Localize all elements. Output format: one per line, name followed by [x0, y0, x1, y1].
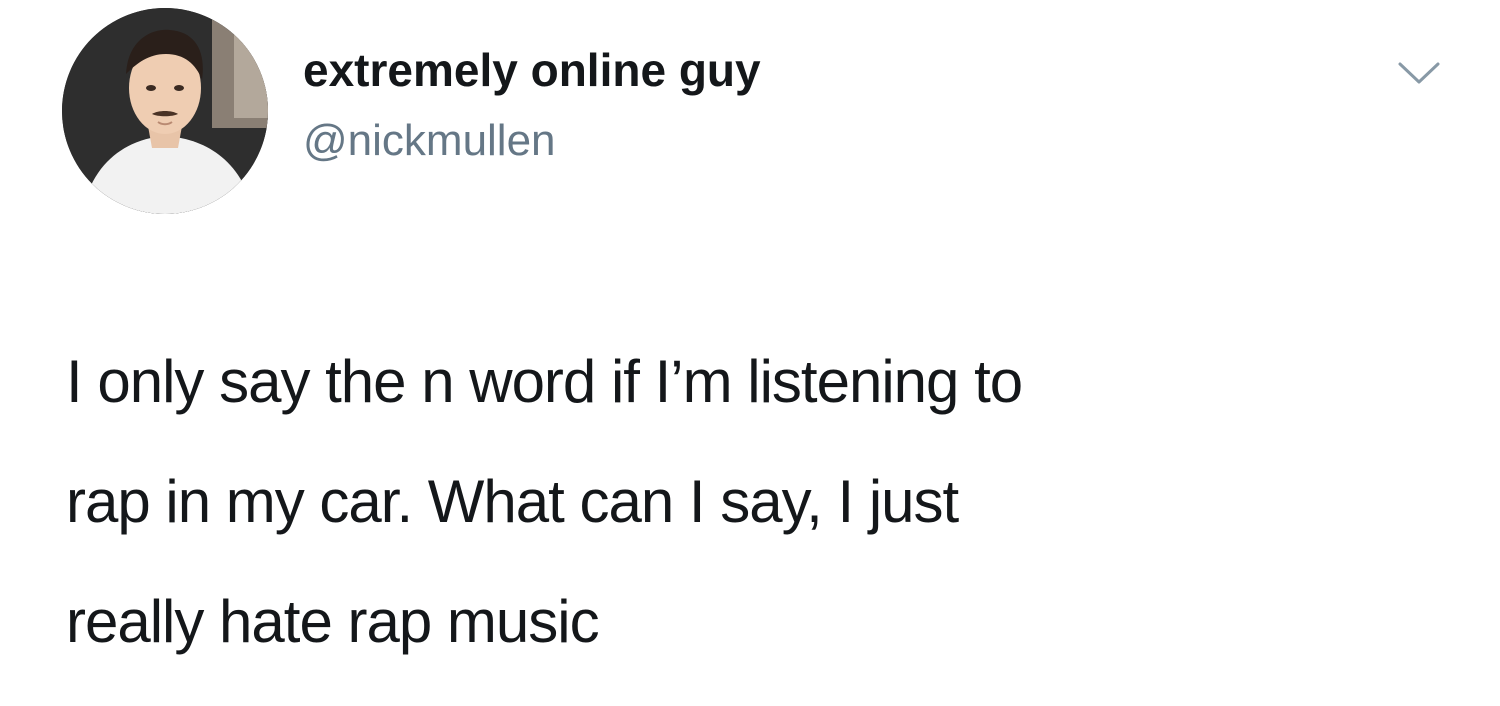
tweet-text: I only say the n word if I’m listening t… [66, 322, 1426, 682]
tweet-text-line: rap in my car. What can I say, I just [66, 468, 959, 535]
tweet-card: extremely online guy @nickmullen I only … [0, 0, 1500, 706]
tweet-text-line: really hate rap music [66, 588, 600, 655]
avatar-photo [62, 8, 268, 214]
author-handle[interactable]: @nickmullen [303, 114, 556, 168]
avatar[interactable] [62, 8, 268, 214]
tweet-text-line: I only say the n word if I’m listening t… [66, 348, 1023, 415]
chevron-down-icon[interactable] [1396, 58, 1442, 88]
author-display-name[interactable]: extremely online guy [303, 42, 761, 98]
